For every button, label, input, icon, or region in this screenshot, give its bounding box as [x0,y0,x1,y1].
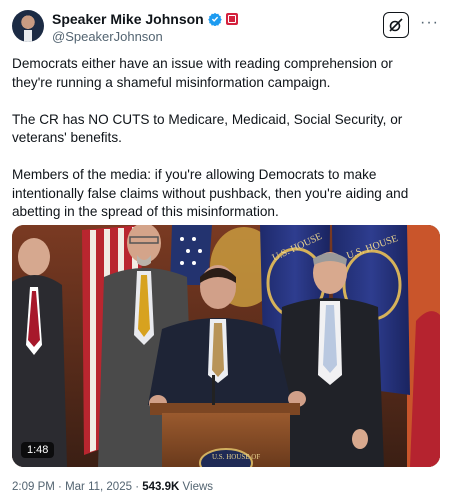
video-thumbnail: U.S. HOUSE U.S. HOUSE U.S. HOUSE OF [12,225,440,467]
podium-seal-text: U.S. HOUSE OF [212,453,260,461]
tweet-header: Speaker Mike Johnson @SpeakerJohnson ··· [12,8,443,48]
display-name[interactable]: Speaker Mike Johnson [52,11,204,27]
grok-icon[interactable] [383,12,409,38]
author-name-row: Speaker Mike Johnson [52,11,238,27]
tweet-paragraph-2: The CR has NO CUTS to Medicare, Medicaid… [12,111,407,146]
tweet-paragraph-3: Members of the media: if you're allowing… [12,167,413,219]
house-seal-badge-icon [225,13,238,25]
views-count[interactable]: 543.9K [142,481,179,493]
tweet-date[interactable]: Mar 11, 2025 [65,481,132,493]
video-duration: 1:48 [21,442,55,458]
tweet-text: Democrats either have an issue with read… [12,55,436,222]
verified-badge-icon [207,12,222,26]
tweet-meta: 2:09 PM · Mar 11, 2025 · 543.9K Views [12,481,213,493]
more-icon[interactable]: ··· [420,14,439,32]
avatar[interactable] [12,10,44,42]
views-label: Views [182,481,214,493]
podium: U.S. HOUSE OF [150,403,300,467]
handle[interactable]: @SpeakerJohnson [52,29,163,44]
video-player[interactable]: U.S. HOUSE U.S. HOUSE U.S. HOUSE OF 1:48 [12,225,440,467]
meta-separator: · [135,481,140,493]
meta-separator: · [58,481,62,493]
tweet-time[interactable]: 2:09 PM [12,481,55,493]
tweet-paragraph-1: Democrats either have an issue with read… [12,56,397,90]
